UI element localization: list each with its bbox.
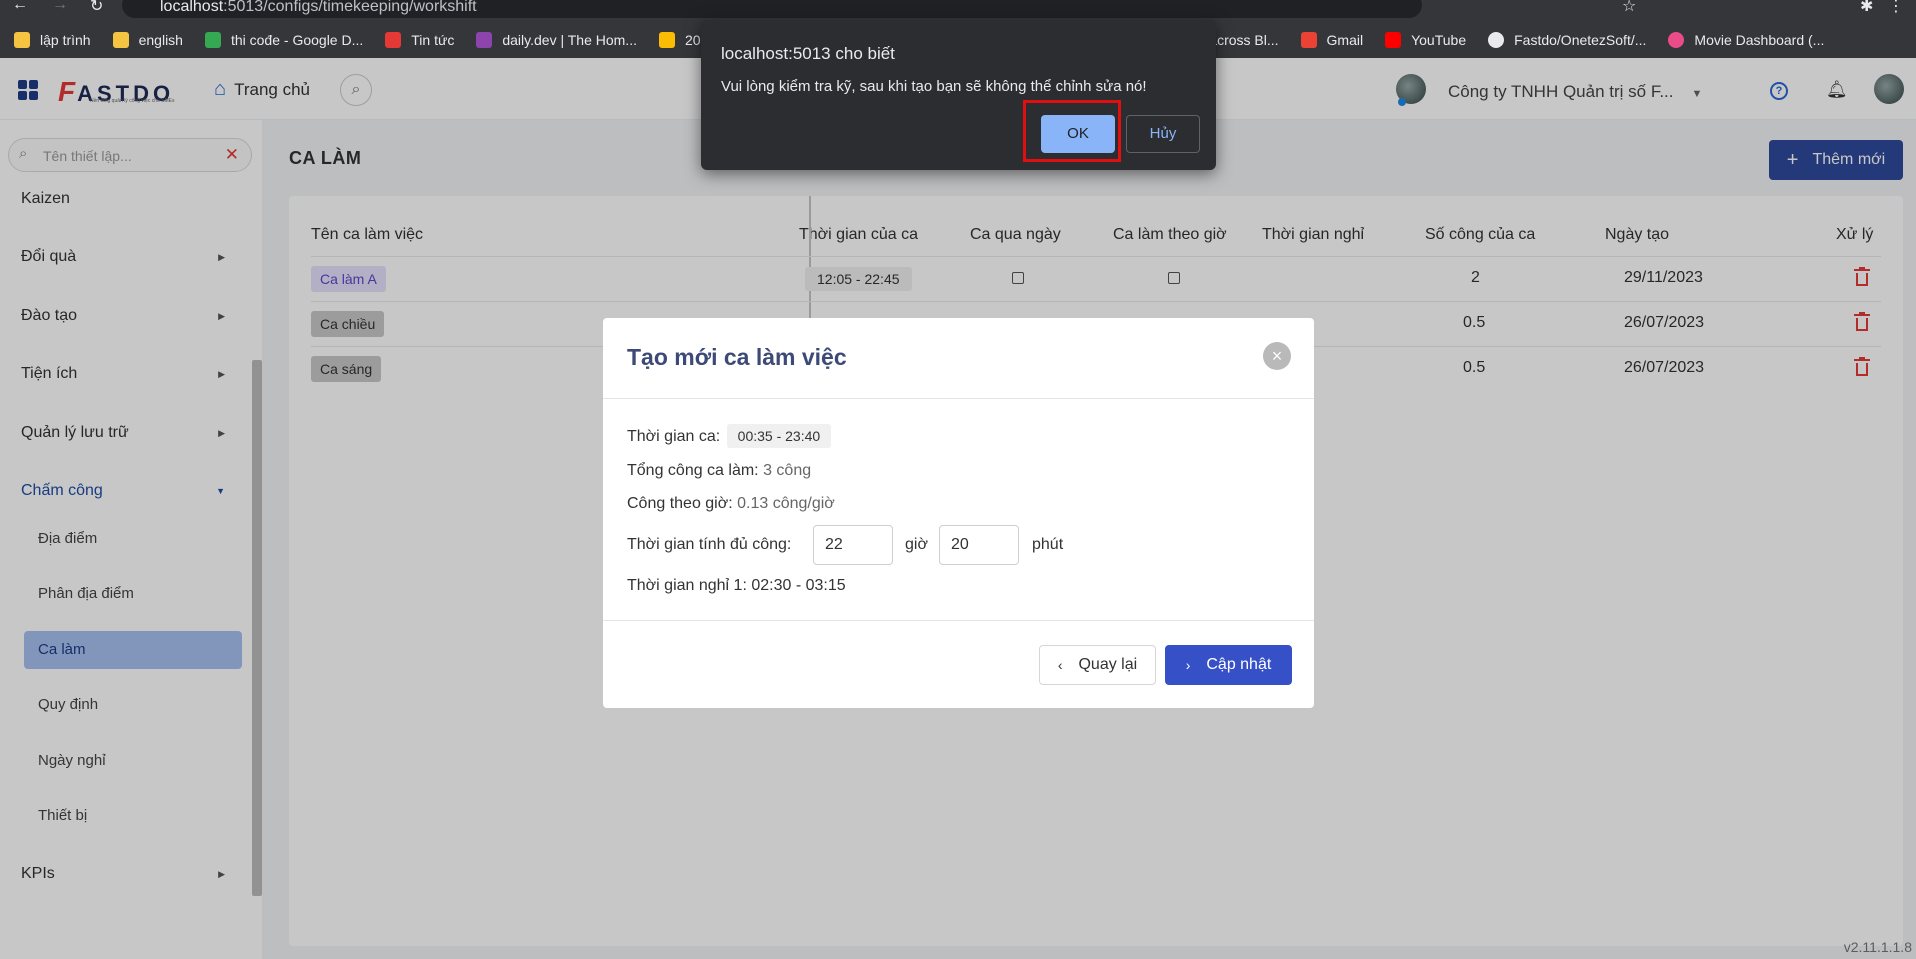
address-bar[interactable]: localhost:5013/configs/timekeeping/works… xyxy=(122,0,1422,18)
gmail-icon xyxy=(1300,32,1317,48)
back-label: Quay lại xyxy=(1078,656,1138,673)
hourly-rate-value: 0.13 công/giờ xyxy=(737,495,835,512)
shift-time-line: Thời gian ca: 00:35 - 23:40 xyxy=(627,424,832,448)
bookmark-item[interactable]: Fastdo/OnetezSoft/... xyxy=(1488,32,1646,48)
update-label: Cập nhật xyxy=(1206,656,1272,673)
bookmark-item[interactable]: lập trình xyxy=(14,32,91,48)
modal-divider xyxy=(603,398,1314,399)
extensions-icon[interactable]: ✱ xyxy=(1860,0,1873,16)
bookmark-item[interactable]: YouTube xyxy=(1385,32,1466,48)
google-drive-icon xyxy=(204,32,221,48)
youtube-icon xyxy=(1385,32,1402,48)
modal-title: Tạo mới ca làm việc xyxy=(627,344,847,370)
update-button[interactable]: › Cập nhật xyxy=(1165,645,1292,685)
chevron-left-icon: ‹ xyxy=(1057,657,1063,673)
minutes-unit: phút xyxy=(1032,536,1064,553)
bookmark-item[interactable]: Movie Dashboard (... xyxy=(1668,32,1824,48)
forward-arrow-icon[interactable]: → xyxy=(52,0,68,14)
full-time-label: Thời gian tính đủ công: xyxy=(627,536,792,553)
bookmark-label: Movie Dashboard (... xyxy=(1694,32,1825,48)
bookmark-star-icon[interactable]: ☆ xyxy=(1622,0,1636,16)
hourly-rate-label: Công theo giờ: xyxy=(627,495,733,512)
bookmark-label: YouTube xyxy=(1411,32,1467,48)
highlight-box xyxy=(1023,100,1121,162)
bookmark-item[interactable]: Gmail xyxy=(1300,32,1364,48)
daily-dev-icon xyxy=(476,32,493,48)
bookmark-item[interactable]: thi cođe - Google D... xyxy=(204,32,364,48)
back-arrow-icon[interactable]: ← xyxy=(12,0,28,14)
hourly-rate-line: Công theo giờ: 0.13 công/giờ xyxy=(627,495,835,513)
bookmark-item[interactable]: Tin tức xyxy=(385,32,454,48)
bookmark-label: english xyxy=(138,32,183,48)
url-host: localhost xyxy=(160,0,224,15)
modal-divider xyxy=(603,620,1314,621)
cancel-button[interactable]: Hủy xyxy=(1126,115,1200,153)
dribbble-icon xyxy=(1668,32,1685,48)
shift-time-label: Thời gian ca: xyxy=(627,428,721,445)
total-workdays-label: Tổng công ca làm: xyxy=(627,462,759,479)
news-icon xyxy=(385,32,402,48)
total-workdays-line: Tổng công ca làm: 3 công xyxy=(627,462,811,480)
browser-menu-icon[interactable]: ⋮ xyxy=(1888,0,1904,16)
bookmark-item[interactable]: english xyxy=(112,32,183,48)
bookmark-label: lập trình xyxy=(40,32,91,48)
google-drive-icon xyxy=(658,32,675,48)
dialog-message: Vui lòng kiểm tra kỹ, sau khi tạo bạn sẽ… xyxy=(721,78,1147,95)
bookmark-item[interactable]: daily.dev | The Hom... xyxy=(476,32,637,48)
browser-toolbar: ← → ↻ localhost:5013/configs/timekeeping… xyxy=(0,0,1916,22)
bookmark-label: Gmail xyxy=(1326,32,1364,48)
bookmark-label: Tin tức xyxy=(411,32,455,48)
back-button[interactable]: ‹ Quay lại xyxy=(1039,645,1156,685)
github-icon xyxy=(1488,32,1505,48)
folder-icon xyxy=(14,32,30,48)
total-workdays-value: 3 công xyxy=(763,462,812,479)
shift-time-value: 00:35 - 23:40 xyxy=(726,424,832,448)
create-shift-modal: Tạo mới ca làm việc × Thời gian ca: 00:3… xyxy=(603,318,1314,708)
close-icon[interactable]: × xyxy=(1263,342,1291,370)
folder-icon xyxy=(112,32,129,48)
chevron-right-icon: › xyxy=(1185,657,1191,673)
bookmark-label: daily.dev | The Hom... xyxy=(502,32,637,48)
bookmark-label: Fastdo/OnetezSoft/... xyxy=(1514,32,1647,48)
hours-input[interactable]: 22 xyxy=(813,525,893,565)
reload-icon[interactable]: ↻ xyxy=(90,0,103,16)
browser-confirm-dialog: localhost:5013 cho biết Vui lòng kiểm tr… xyxy=(701,20,1216,170)
url-path: :5013/configs/timekeeping/workshift xyxy=(223,0,477,15)
bookmark-label: thi cođe - Google D... xyxy=(230,32,364,48)
break-time-line: Thời gian nghỉ 1: 02:30 - 03:15 xyxy=(627,577,846,594)
dialog-origin: localhost:5013 cho biết xyxy=(721,44,895,63)
minutes-input[interactable]: 20 xyxy=(939,525,1019,565)
hours-unit: giờ xyxy=(905,536,928,553)
